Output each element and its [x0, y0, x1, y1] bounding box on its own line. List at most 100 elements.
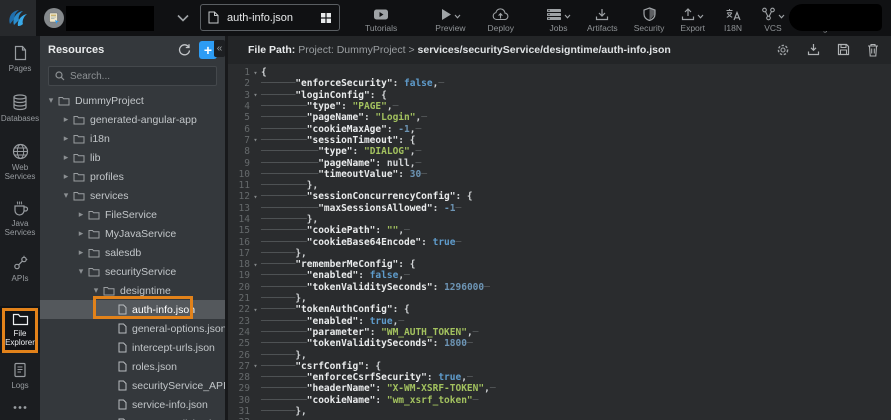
caret-right-icon[interactable]: ▸ [76, 228, 86, 239]
caret-down-icon[interactable]: ▾ [76, 266, 86, 277]
fold-toggle-icon[interactable]: ▾ [250, 193, 261, 201]
sidebar-item-java-services[interactable]: Java Services [0, 190, 40, 246]
toolbar-jobs-button[interactable]: Jobs [538, 0, 579, 36]
trailing-whitespace-marker: ─ [415, 146, 421, 157]
indent-guides: ──────── [261, 338, 307, 349]
code-line-9: 9──────────"pageName": null,─ [228, 157, 891, 168]
toolbar-i18n-button[interactable]: I18N [713, 0, 753, 36]
refresh-icon[interactable] [175, 41, 193, 59]
delete-file-button[interactable] [867, 43, 879, 57]
line-number: 8 [228, 146, 250, 157]
tree-item-i18n[interactable]: ▸i18n [40, 129, 225, 148]
code-line-24: 24────────"parameter": "WM_AUTH_TOKEN",─ [228, 327, 891, 338]
fold-toggle-icon[interactable]: ▾ [250, 136, 261, 144]
tree-item-roles-json[interactable]: roles.json [40, 357, 225, 376]
tree-item-designtime[interactable]: ▾designtime [40, 281, 225, 300]
grid-icon[interactable] [320, 12, 332, 24]
fold-toggle-icon[interactable]: ▾ [250, 306, 261, 314]
indent-guides: ────── [261, 304, 295, 315]
caret-right-icon[interactable]: ▸ [61, 133, 71, 144]
trailing-whitespace-marker: ─ [421, 112, 427, 123]
tree-item-securityservice-api-json[interactable]: securityService_API.json [40, 376, 225, 395]
fold-toggle-icon[interactable]: ▾ [250, 362, 261, 370]
tree-item-services[interactable]: ▾services [40, 186, 225, 205]
folder-icon [73, 134, 85, 144]
code-token: : [353, 146, 364, 157]
caret-right-icon[interactable]: ▸ [61, 171, 71, 182]
tree-item-lib[interactable]: ▸lib [40, 148, 225, 167]
toolbar-artifacts-button[interactable]: Artifacts [579, 0, 626, 36]
code-line-7: 7▾────────"sessionTimeout": { [228, 135, 891, 146]
download-file-button[interactable] [807, 43, 820, 57]
line-number: 2 [228, 78, 250, 89]
code-line-14: 14────────}, [228, 214, 891, 225]
line-number: 17 [228, 248, 250, 259]
tree-item-securityservice[interactable]: ▾ securityService [40, 262, 225, 281]
tree-item-service-info-json[interactable]: service-info.json [40, 395, 225, 414]
project-chevron-down-icon[interactable] [176, 14, 190, 22]
toolbar-vcs-button[interactable]: VCS [753, 0, 793, 36]
sidebar-item-databases[interactable]: Databases [0, 82, 40, 134]
folder-icon [58, 96, 70, 106]
caret-right-icon[interactable]: ▸ [61, 152, 71, 163]
tree-item-myjavaservice[interactable]: ▸MyJavaService [40, 224, 225, 243]
line-number: 7 [228, 135, 250, 146]
code-line-5: 5────────"pageName": "Login",─ [228, 112, 891, 123]
fold-toggle-icon[interactable]: ▾ [250, 69, 261, 77]
caret-right-icon[interactable]: ▸ [76, 247, 86, 258]
resources-title: Resources [48, 44, 169, 56]
caret-down-icon[interactable]: ▾ [91, 285, 101, 296]
app-logo[interactable] [0, 0, 36, 36]
tree-item-fileservice[interactable]: ▸FileService [40, 205, 225, 224]
tree-item-dummyproject[interactable]: ▾DummyProject [40, 91, 225, 110]
line-number: 19 [228, 270, 250, 281]
toolbar-preview-button[interactable]: Preview [427, 0, 473, 36]
sidebar-item-logs[interactable]: Logs [0, 353, 40, 399]
fold-toggle-icon[interactable]: ▾ [250, 261, 261, 269]
caret-right-icon[interactable]: ▸ [76, 209, 86, 220]
toolbar-export-button[interactable]: Export [672, 0, 713, 36]
wave-logo-icon [6, 6, 30, 30]
code-token: true [370, 316, 393, 327]
sidebar-more-button[interactable] [0, 399, 40, 420]
sidebar-item-web-services[interactable]: Web Services [0, 134, 40, 190]
code-line-29: 29────────"headerName": "X-WM-XSRF-TOKEN… [228, 383, 891, 394]
collapse-panel-icon[interactable]: « [214, 40, 225, 57]
tree-item-intercept-urls-json[interactable]: intercept-urls.json [40, 338, 225, 357]
fold-toggle-icon[interactable]: ▾ [250, 91, 261, 99]
caret-down-icon[interactable]: ▾ [46, 95, 56, 106]
save-file-button[interactable] [837, 43, 850, 57]
tree-item-auth-info-json[interactable]: auth-info.json [40, 300, 225, 319]
trash-icon [867, 43, 879, 57]
indent-guides: ────── [261, 293, 295, 304]
tree-item-profiles[interactable]: ▸profiles [40, 167, 225, 186]
toolbar-security-button[interactable]: Security [626, 0, 673, 36]
folder-icon [73, 191, 85, 201]
tree-item-label: auth-info.json [132, 304, 195, 316]
tree-item-label: securityService [105, 266, 176, 278]
tree-item-wm-xss-policies-json[interactable]: wm-xss-policies.json [40, 414, 225, 420]
tree-item-general-options-json[interactable]: general-options.json [40, 319, 225, 338]
toolbar-label: I18N [724, 23, 742, 33]
project-switcher[interactable] [44, 6, 154, 31]
logs-icon [13, 362, 27, 378]
search-input[interactable] [70, 71, 200, 82]
tree-item-generated-angular-app[interactable]: ▸generated-angular-app [40, 110, 225, 129]
editor-settings-button[interactable] [776, 43, 790, 57]
caret-down-icon[interactable]: ▾ [61, 190, 71, 201]
code-editor[interactable]: 1▾{2──────"enforceSecurity": false,─3▾──… [228, 64, 891, 420]
code-token: "sessionTimeout" [307, 135, 399, 146]
line-number: 31 [228, 406, 250, 417]
sidebar-item-pages[interactable]: Pages [0, 36, 40, 82]
code-token: "parameter" [307, 327, 370, 338]
tree-item-salesdb[interactable]: ▸salesdb [40, 243, 225, 262]
redacted-project-name [66, 6, 154, 31]
code-token: "rememberMeConfig" [295, 259, 398, 270]
open-file-tab[interactable]: auth-info.json [200, 4, 340, 31]
sidebar-item-file-explorer[interactable]: File Explorer [0, 306, 40, 353]
sidebar-item-apis[interactable]: APIs [0, 246, 40, 292]
toolbar-deploy-button[interactable]: Deploy [480, 0, 522, 36]
toolbar-tutorials-button[interactable]: Tutorials [357, 0, 405, 36]
line-number: 24 [228, 327, 250, 338]
caret-right-icon[interactable]: ▸ [61, 114, 71, 125]
